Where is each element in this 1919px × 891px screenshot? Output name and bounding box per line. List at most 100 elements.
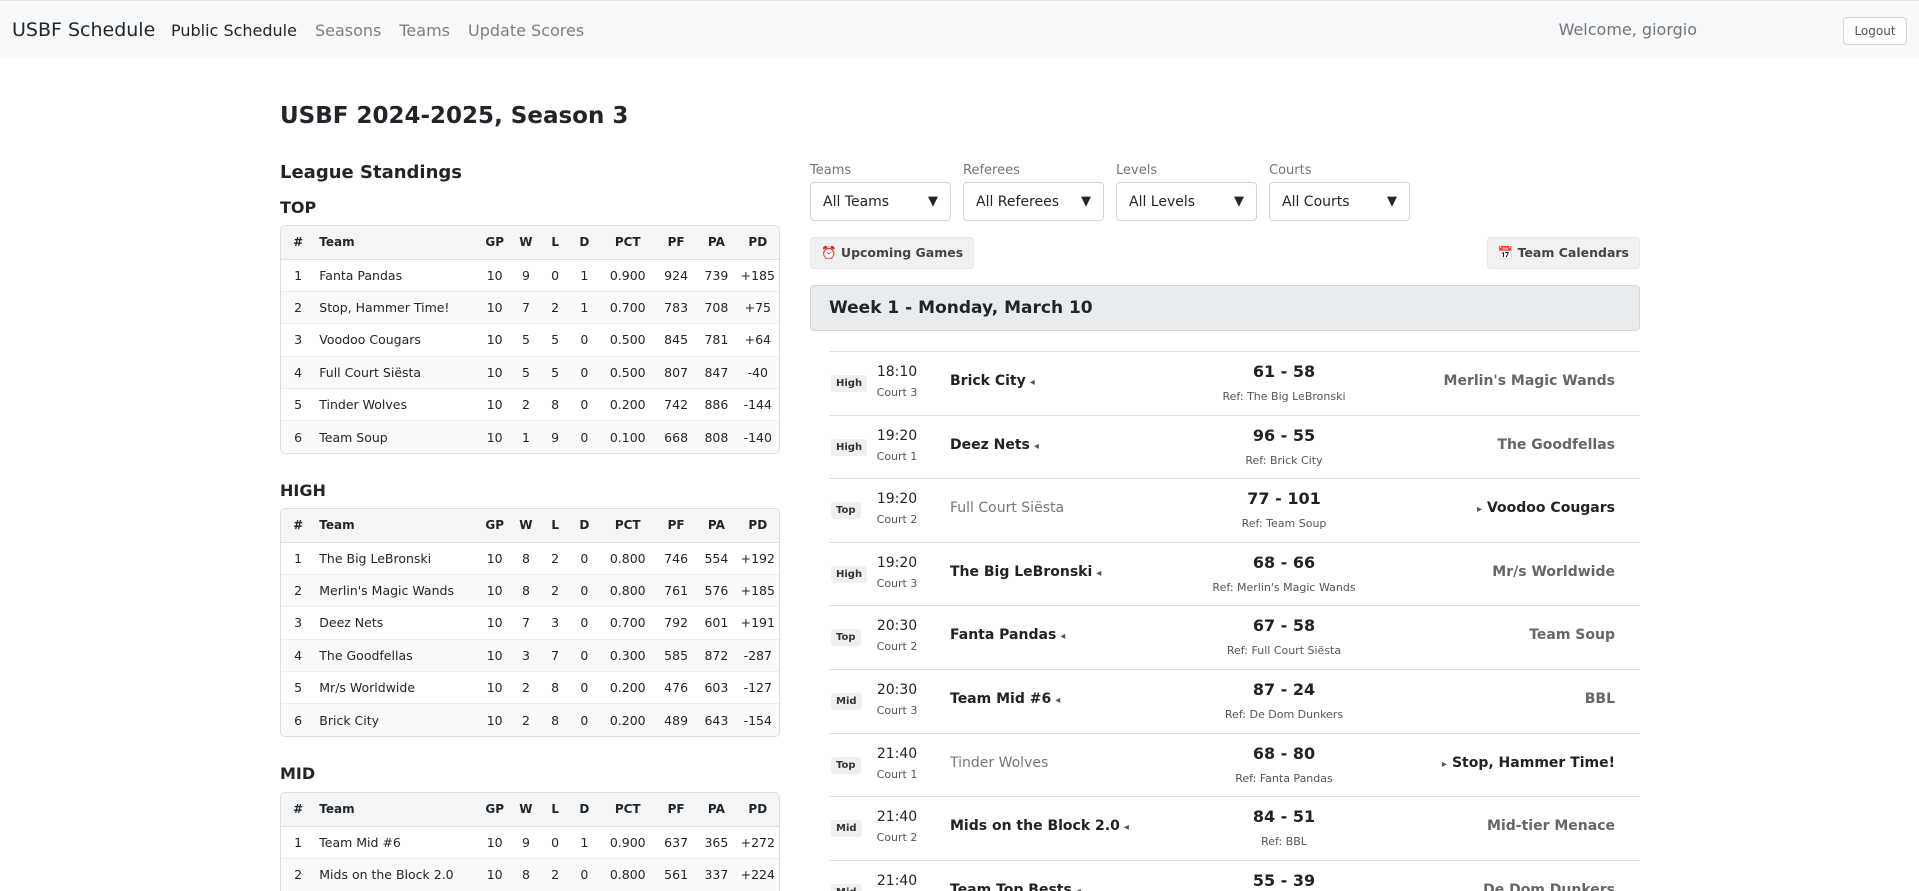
game-row[interactable]: Top 21:40 Court 1 Tinder Wolves 68 - 80 Ref: … [829,734,1640,798]
game-referee: Ref: Brick City [1245,453,1323,467]
game-referee: Ref: Team Soup [1241,517,1327,531]
stat-cell: 0.900 [599,259,656,292]
column-header: # [281,793,316,827]
game-referee: Ref: Merlin's Magic Wands [1212,580,1356,594]
stat-cell: 0.500 [599,323,656,357]
game-referee: Ref: The Big LeBronski [1222,390,1346,403]
levels-select[interactable]: All Levels ▼ [1116,182,1257,221]
stat-cell: 9 [541,420,570,454]
stat-cell: -144 [736,388,779,422]
team-name: Deez Nets [315,606,479,640]
away-team-name: Mid-tier Menace [1487,818,1615,835]
stat-cell: 6 [281,703,316,737]
game-time: 19:20 [876,427,918,444]
stat-cell: 585 [655,639,697,673]
standings-table-high: # Team GP W L D PCT PF PA PD 1 The Big LeBronski 10… [280,508,780,738]
stat-cell: 1 [569,291,600,325]
stat-cell: 3 [281,323,316,357]
game-row[interactable]: High 19:20 Court 3 The Big LeBronski ◂ 68 - 6… [829,543,1640,607]
game-score: 68 - 80 [1252,743,1316,763]
group-label-top: TOP [280,198,317,217]
courts-select[interactable]: All Courts ▼ [1269,182,1410,221]
away-team: De Dom Dunkers [1483,882,1615,891]
stat-cell: 4 [281,639,316,673]
level-badge: High [831,438,868,456]
stat-cell: 0 [569,574,600,608]
game-court: Court 2 [876,513,918,527]
home-team: Full Court Siësta [950,500,1064,516]
logout-button[interactable]: Logout [1843,17,1907,45]
upcoming-games-button[interactable]: ⏰ Upcoming Games [810,237,975,269]
winner-arrow-right-icon: ▸ [1476,504,1482,516]
game-row[interactable]: High 19:20 Court 1 Deez Nets ◂ 96 - 55 Ref: Br… [829,416,1640,480]
game-row[interactable]: Mid 20:30 Court 3 Team Mid #6 ◂ 87 - 24 Ref: D… [829,670,1640,734]
game-row[interactable]: High 18:10 Court 3 Brick City ◂ 61 - 58 Ref: T… [829,352,1640,416]
game-referee: Ref: De Dom Dunkers [1224,707,1344,721]
stat-cell: 1 [569,826,600,859]
team-name: The Big LeBronski [315,542,479,575]
winner-arrow-left-icon: ◂ [1096,567,1102,579]
nav-public-schedule[interactable]: Public Schedule [171,21,297,40]
stat-cell: 0.900 [599,826,656,859]
teams-select[interactable]: All Teams ▼ [810,182,951,221]
game-row[interactable]: Mid 21:40 Court 2 Mids on the Block 2.0 ◂ 84 … [829,797,1640,861]
away-team-name: The Goodfellas [1497,436,1615,453]
team-calendars-button[interactable]: 📅 Team Calendars [1486,237,1640,269]
standings-row: 1 The Big LeBronski 10 8 2 0 0.800 746 554 +192 [281,542,779,575]
game-row[interactable]: Top 19:20 Court 2 Full Court Siësta 77 - 101… [829,479,1640,543]
stat-cell: 3 [541,606,570,640]
stat-cell: +185 [736,574,779,608]
standings-row: 1 Fanta Pandas 10 9 0 1 0.900 924 739 +185 [281,259,779,292]
stat-cell: 10 [478,323,511,357]
home-team: The Big LeBronski ◂ [950,564,1101,580]
referees-select[interactable]: All Referees ▼ [963,182,1104,221]
stat-cell: 0.700 [599,291,656,325]
stat-cell: 7 [510,606,542,640]
stat-cell: 708 [696,291,737,325]
team-name: Voodoo Cougars [315,323,479,357]
nav-teams[interactable]: Teams [399,21,450,40]
game-court: Court 3 [876,703,918,717]
stat-cell: 668 [655,420,697,454]
stat-cell: 807 [655,356,697,390]
game-row[interactable]: Top 20:30 Court 2 Fanta Pandas ◂ 67 - 58 Ref: … [829,606,1640,670]
game-score: 55 - 39 [1252,870,1316,890]
levels-select-value: All Levels [1129,193,1196,210]
nav-update-scores[interactable]: Update Scores [468,21,584,40]
column-header: D [569,226,600,260]
nav-seasons[interactable]: Seasons [315,21,381,40]
standings-row: 2 Merlin's Magic Wands 10 8 2 0 0.800 761 576 +18… [281,574,779,608]
winner-arrow-left-icon: ◂ [1060,631,1066,643]
standings-row: 3 Deez Nets 10 7 3 0 0.700 792 601 +191 [281,606,779,640]
stat-cell: 337 [696,858,737,891]
teams-filter-label: Teams [810,163,852,178]
home-team-name: Team Top Bests [950,881,1072,891]
column-header: Team [315,793,479,827]
team-name: Team Soup [315,420,479,454]
stat-cell: 847 [696,356,737,390]
stat-cell: -127 [736,671,779,705]
column-header: Team [315,509,479,543]
home-team: Tinder Wolves [950,755,1048,771]
stat-cell: 2 [510,703,542,737]
stat-cell: 2 [510,388,542,422]
game-row[interactable]: Mid21:40Court 3Team Top Bests◂55 - 39Ref… [829,861,1640,891]
team-name: Fanta Pandas [315,259,479,292]
column-header: PF [655,793,697,827]
stat-cell: 739 [696,259,737,292]
game-time: 19:20 [876,554,918,571]
standings-row: 4 The Goodfellas 10 3 7 0 0.300 585 872 -287 [281,639,779,673]
game-time: 21:40 [876,872,918,889]
stat-cell: +75 [736,291,779,325]
stat-cell: 0.300 [599,639,656,673]
game-score: 96 - 55 [1252,425,1316,445]
brand-link[interactable]: USBF Schedule [12,19,155,41]
game-time: 20:30 [876,681,918,698]
stat-cell: 2 [541,542,570,575]
stat-cell: 10 [478,542,511,575]
stat-cell: 0.800 [599,542,656,575]
column-header: L [541,793,570,827]
away-team-name: BBL [1584,690,1615,707]
stat-cell: +191 [736,606,779,640]
game-court: Court 3 [876,576,918,590]
